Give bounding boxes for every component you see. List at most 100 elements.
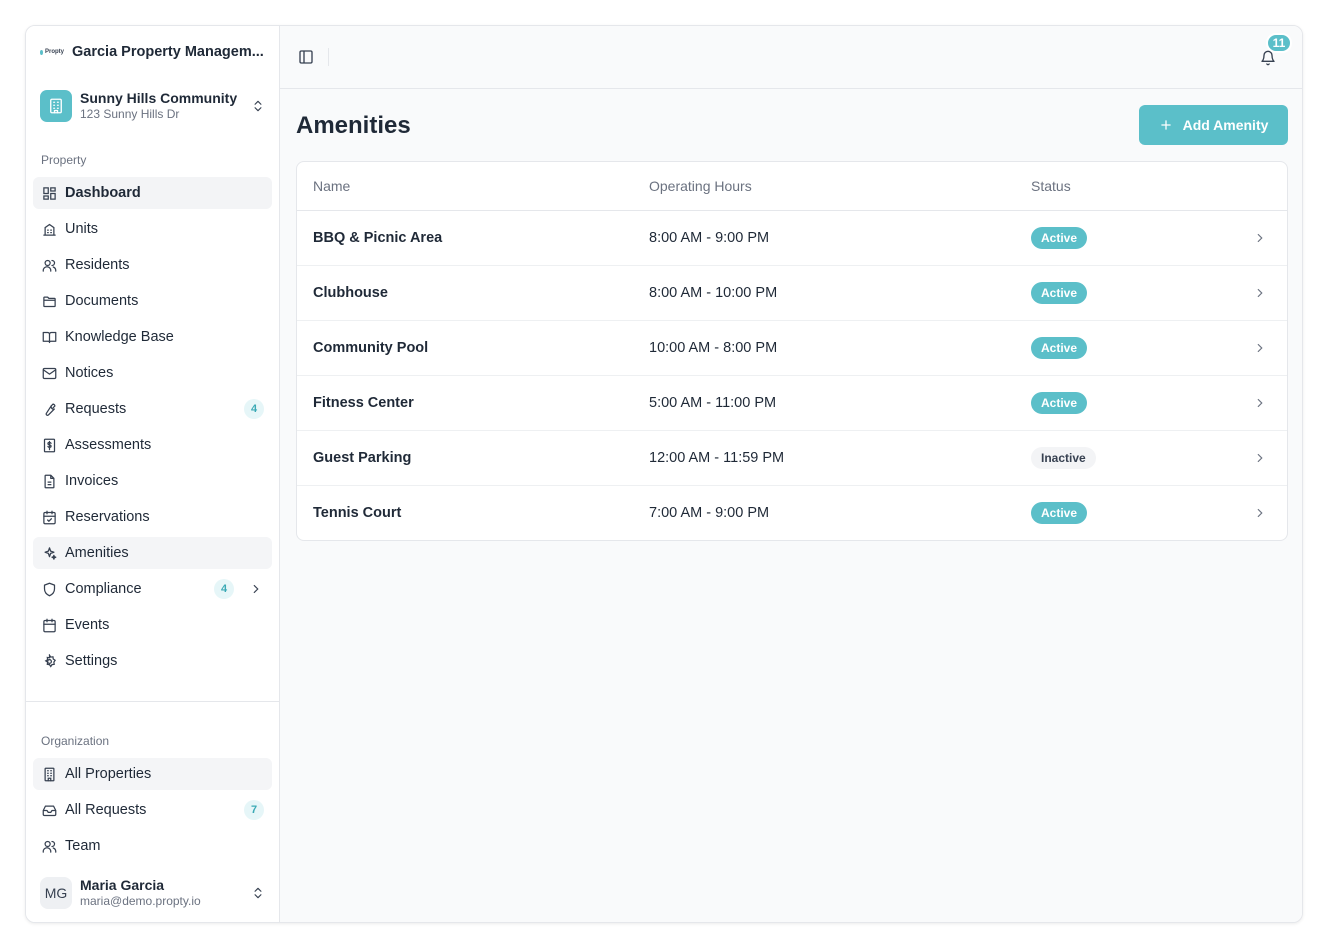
office-building-icon bbox=[41, 766, 57, 782]
sidebar-item-notices[interactable]: Notices bbox=[33, 357, 272, 389]
gear-icon bbox=[41, 653, 57, 669]
column-header-name[interactable]: Name bbox=[313, 178, 350, 194]
sidebar-item-assessments[interactable]: Assessments bbox=[33, 429, 272, 461]
chevrons-up-down-icon bbox=[250, 885, 266, 901]
add-amenity-button[interactable]: Add Amenity bbox=[1139, 105, 1288, 145]
amenity-name: BBQ & Picnic Area bbox=[313, 230, 443, 246]
sidebar-item-label: All Requests bbox=[65, 802, 147, 818]
sidebar-item-documents[interactable]: Documents bbox=[33, 285, 272, 317]
sidebar-item-residents[interactable]: Residents bbox=[33, 249, 272, 281]
chevron-right-icon bbox=[1252, 505, 1268, 521]
sidebar-item-invoices[interactable]: Invoices bbox=[33, 465, 272, 497]
top-bar: 11 bbox=[280, 26, 1302, 89]
amenity-name: Clubhouse bbox=[313, 285, 388, 301]
chevron-right-icon bbox=[1252, 285, 1268, 301]
operating-hours: 10:00 AM - 8:00 PM bbox=[649, 340, 778, 356]
book-icon bbox=[41, 329, 57, 345]
sidebar-item-label: Documents bbox=[65, 293, 139, 309]
wrench-icon bbox=[41, 401, 57, 417]
plus-icon bbox=[1160, 120, 1171, 130]
sidebar-item-reservations[interactable]: Reservations bbox=[33, 501, 272, 533]
property-nav: Dashboard Units Residents Documents Know… bbox=[33, 177, 272, 681]
property-address: 123 Sunny Hills Dr bbox=[80, 107, 180, 121]
requests-count-badge: 4 bbox=[244, 399, 264, 419]
users-icon bbox=[41, 257, 57, 273]
table-row[interactable]: Fitness Center 5:00 AM - 11:00 PM Active bbox=[297, 376, 1287, 431]
sidebar-item-dashboard[interactable]: Dashboard bbox=[33, 177, 272, 209]
status-badge: Active bbox=[1031, 392, 1088, 414]
sidebar-item-label: Knowledge Base bbox=[65, 329, 174, 345]
dollar-icon bbox=[41, 437, 57, 453]
status-badge: Active bbox=[1031, 227, 1088, 249]
user-email: maria@demo.propty.io bbox=[80, 894, 201, 908]
table-row[interactable]: BBQ & Picnic Area 8:00 AM - 9:00 PM Acti… bbox=[297, 211, 1287, 266]
property-switcher[interactable]: Sunny Hills Community 123 Sunny Hills Dr bbox=[40, 88, 266, 124]
column-header-operating-hours[interactable]: Operating Hours bbox=[649, 178, 752, 194]
status-badge: Active bbox=[1031, 502, 1088, 524]
team-icon bbox=[41, 838, 57, 854]
main-content: 11 Amenities Add Amenity Name Operating … bbox=[280, 26, 1302, 922]
amenity-name: Tennis Court bbox=[313, 505, 402, 521]
sidebar-item-label: Settings bbox=[65, 653, 118, 669]
sidebar-item-knowledge-base[interactable]: Knowledge Base bbox=[33, 321, 272, 353]
user-name: Maria Garcia bbox=[80, 877, 165, 893]
table-row[interactable]: Clubhouse 8:00 AM - 10:00 PM Active bbox=[297, 266, 1287, 321]
sidebar-item-label: Events bbox=[65, 617, 110, 633]
mail-icon bbox=[41, 365, 57, 381]
folder-icon bbox=[41, 293, 57, 309]
sidebar-item-label: Invoices bbox=[65, 473, 119, 489]
table-row[interactable]: Community Pool 10:00 AM - 8:00 PM Active bbox=[297, 321, 1287, 376]
building-icon bbox=[41, 221, 57, 237]
sidebar-item-amenities[interactable]: Amenities bbox=[33, 537, 272, 569]
brand-header[interactable]: Propty Garcia Property Managem... bbox=[40, 44, 270, 60]
property-name: Sunny Hills Community bbox=[80, 90, 238, 106]
inbox-icon bbox=[41, 802, 57, 818]
table-row[interactable]: Tennis Court 7:00 AM - 9:00 PM Active bbox=[297, 486, 1287, 540]
sidebar-item-compliance[interactable]: Compliance 4 bbox=[33, 573, 272, 605]
sidebar-toggle-button[interactable] bbox=[297, 48, 315, 66]
toolbar-divider bbox=[328, 48, 329, 66]
amenity-name: Community Pool bbox=[313, 340, 429, 356]
sidebar-item-units[interactable]: Units bbox=[33, 213, 272, 245]
organization-section-label: Organization bbox=[41, 734, 110, 748]
brand-logo: Propty bbox=[40, 49, 64, 55]
sidebar-item-settings[interactable]: Settings bbox=[33, 645, 272, 677]
sparkles-icon bbox=[41, 545, 57, 561]
chevron-right-icon bbox=[1252, 230, 1268, 246]
add-amenity-label: Add Amenity bbox=[1182, 117, 1269, 133]
amenity-name: Fitness Center bbox=[313, 395, 414, 411]
user-menu[interactable]: MG Maria Garcia maria@demo.propty.io bbox=[40, 876, 266, 910]
sidebar-item-team[interactable]: Team bbox=[33, 830, 272, 862]
sidebar-item-label: Assessments bbox=[65, 437, 152, 453]
status-badge: Active bbox=[1031, 337, 1088, 359]
calendar-check-icon bbox=[41, 509, 57, 525]
amenities-table: Name Operating Hours Status BBQ & Picnic… bbox=[296, 161, 1288, 541]
operating-hours: 8:00 AM - 9:00 PM bbox=[649, 230, 770, 246]
panel-left-icon bbox=[299, 50, 313, 64]
sidebar-item-label: Notices bbox=[65, 365, 114, 381]
amenity-name: Guest Parking bbox=[313, 450, 412, 466]
sidebar-item-label: Team bbox=[65, 838, 101, 854]
table-row[interactable]: Guest Parking 12:00 AM - 11:59 PM Inacti… bbox=[297, 431, 1287, 486]
sidebar-item-all-requests[interactable]: All Requests 7 bbox=[33, 794, 272, 826]
sidebar-item-label: Dashboard bbox=[65, 185, 141, 201]
organization-nav: All Properties All Requests 7 Team bbox=[33, 758, 272, 866]
property-building-icon bbox=[40, 90, 72, 122]
chevron-right-icon[interactable] bbox=[248, 581, 264, 597]
dashboard-icon bbox=[41, 185, 57, 201]
sidebar-divider bbox=[26, 701, 280, 702]
compliance-count-badge: 4 bbox=[214, 579, 234, 599]
file-icon bbox=[41, 473, 57, 489]
sidebar-item-all-properties[interactable]: All Properties bbox=[33, 758, 272, 790]
sidebar-item-events[interactable]: Events bbox=[33, 609, 272, 641]
column-header-status[interactable]: Status bbox=[1031, 178, 1071, 194]
operating-hours: 5:00 AM - 11:00 PM bbox=[649, 395, 777, 411]
page-title: Amenities bbox=[296, 112, 411, 139]
chevrons-up-down-icon bbox=[250, 98, 266, 114]
all-requests-count-badge: 7 bbox=[244, 800, 264, 820]
calendar-icon bbox=[41, 617, 57, 633]
avatar: MG bbox=[40, 877, 72, 909]
table-header: Name Operating Hours Status bbox=[297, 162, 1287, 211]
shield-icon bbox=[41, 581, 57, 597]
sidebar-item-requests[interactable]: Requests 4 bbox=[33, 393, 272, 425]
